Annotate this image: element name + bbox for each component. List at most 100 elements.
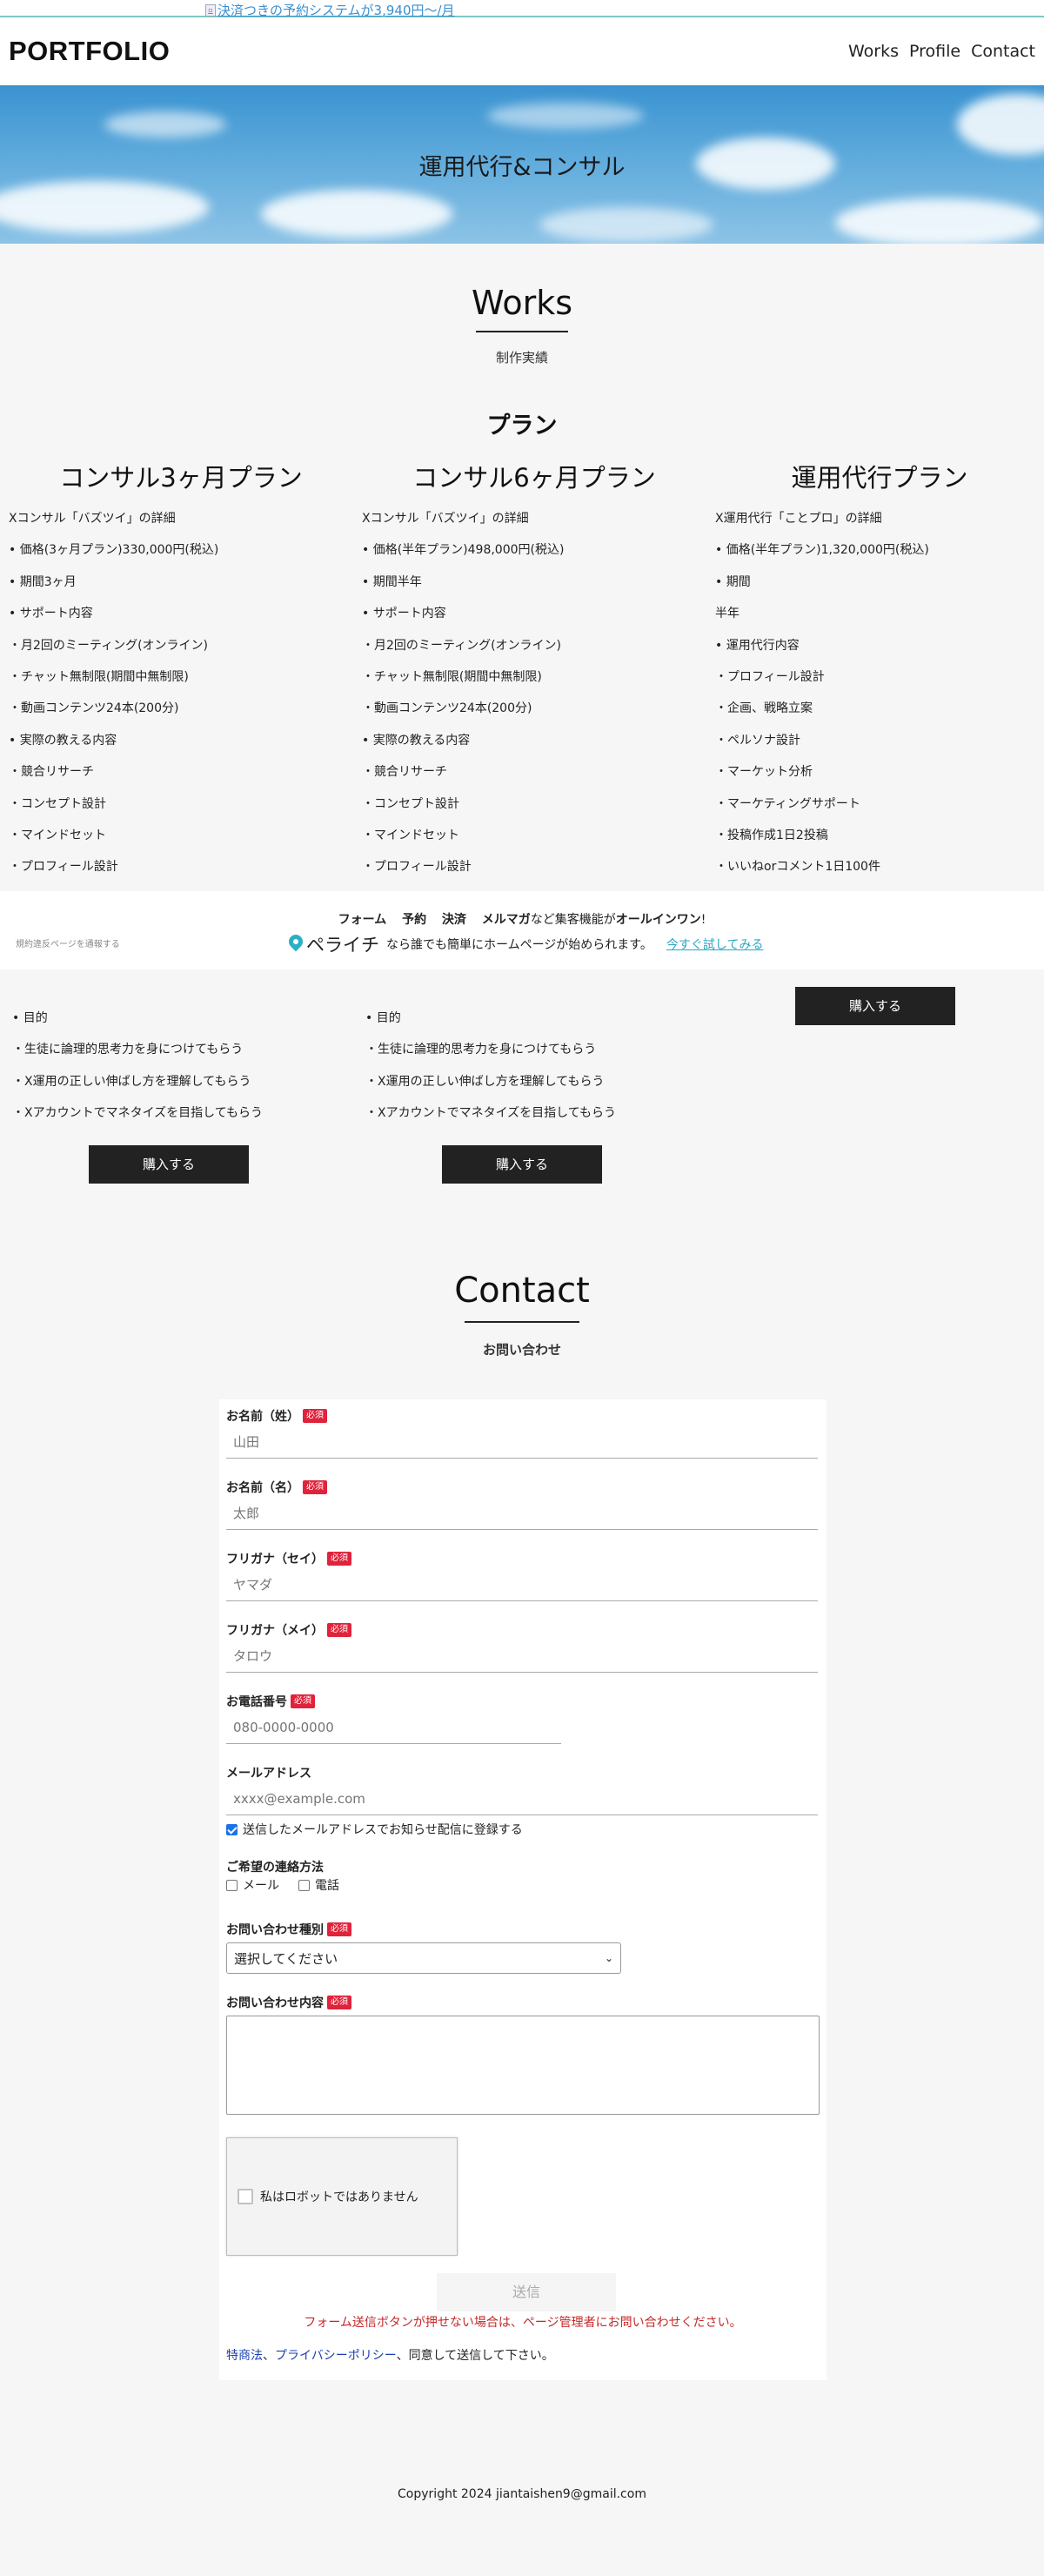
works-section: Works 制作実績 プラン コンサル3ヶ月プラン Xコンサル「バズツイ」の詳細… <box>0 244 1044 890</box>
phone-input[interactable] <box>226 1711 561 1744</box>
last-name-input[interactable] <box>226 1426 818 1459</box>
cloud-shape <box>957 94 1044 155</box>
footer-copyright: Copyright 2024 jiantaishen9@gmail.com <box>398 2487 646 2501</box>
list-item: ・コンセプト設計 <box>362 796 459 811</box>
field-label: お名前（姓） 必須 <box>226 1406 820 1426</box>
list-item: ・投稿作成1日2投稿 <box>715 828 828 842</box>
plan-goal-list: • 目的 ・生徒に論理的思考力を身につけてもらう ・X運用の正しい伸ばし方を理解… <box>365 1010 616 1137</box>
required-badge: 必須 <box>291 1694 315 1708</box>
try-now-link[interactable]: 今すぐ試してみる <box>666 936 764 953</box>
first-name-input[interactable] <box>226 1497 818 1530</box>
list-item: • 目的 <box>12 1011 48 1025</box>
email-input[interactable] <box>226 1782 818 1815</box>
main-nav: Works Profile Contact <box>848 42 1035 61</box>
plan-consult-6m: コンサル6ヶ月プラン Xコンサル「バズツイ」の詳細 • 価格(半年プラン)498… <box>353 458 706 890</box>
list-item: ・ペルソナ設計 <box>715 733 800 748</box>
cloud-shape <box>487 103 644 129</box>
first-name-field: お名前（名） 必須 <box>226 1478 820 1530</box>
required-badge: 必須 <box>327 1996 351 2009</box>
email-field: メールアドレス <box>226 1763 820 1815</box>
field-label: お問い合わせ内容 必須 <box>226 1993 820 2012</box>
inquiry-type-select[interactable]: 選択してください ⌄ <box>226 1942 621 1974</box>
list-item: ・生徒に論理的思考力を身につけてもらう <box>365 1043 597 1057</box>
recaptcha-checkbox[interactable] <box>238 2189 253 2204</box>
method-email-label: メール <box>243 1879 279 1893</box>
plan-operation: 運用代行プラン X運用代行「ことプロ」の詳細 • 価格(半年プラン)1,320,… <box>706 458 1044 890</box>
promo-link-text: 決済つきの予約システムが3,940円〜/月 <box>218 3 455 18</box>
site-header: PORTFOLIO Works Profile Contact <box>0 17 1044 85</box>
required-badge: 必須 <box>303 1409 327 1423</box>
field-label: メールアドレス <box>226 1763 820 1782</box>
kana-first-field: フリガナ（メイ） 必須 <box>226 1620 820 1673</box>
buy-button-consult-3m[interactable]: 購入する <box>89 1145 249 1184</box>
label-text: お名前（姓） <box>226 1410 299 1424</box>
field-label: お電話番号 必須 <box>226 1692 820 1711</box>
list-item: ・マーケット分析 <box>715 765 813 780</box>
peraichi-ad-bar: 規約違反ページを通報する フォーム 予約 決済 メルマガなど集客機能がオールイン… <box>0 891 1044 969</box>
list-item: ・生徒に論理的思考力を身につけてもらう <box>12 1043 244 1057</box>
nav-contact[interactable]: Contact <box>971 42 1035 61</box>
list-item: ・コンセプト設計 <box>9 796 106 811</box>
promo-link[interactable]: ▫ 決済つきの予約システムが3,940円〜/月 <box>205 1 455 19</box>
list-item: ・マインドセット <box>9 828 106 842</box>
peraichi-logo[interactable]: ペライチ <box>289 931 379 957</box>
cloud-shape <box>0 181 209 233</box>
list-item: • 価格(半年プラン)498,000円(税込) <box>362 543 565 558</box>
broken-image-icon: ▫ <box>205 3 216 17</box>
list-item: ・動画コンテンツ24本(200分) <box>362 701 532 716</box>
promo-bar: ▫ 決済つきの予約システムが3,940円〜/月 <box>0 0 1044 19</box>
list-item: Xコンサル「バズツイ」の詳細 <box>9 512 176 526</box>
tokushoho-link[interactable]: 特商法 <box>226 2349 263 2363</box>
list-item: • 期間半年 <box>362 574 422 589</box>
label-text: ご希望の連絡方法 <box>226 1861 324 1875</box>
buy-button-operation[interactable]: 購入する <box>795 987 955 1025</box>
list-item: ・マインドセット <box>362 828 459 842</box>
list-item: ・Xアカウントでマネタイズを目指してもらう <box>12 1106 264 1121</box>
label-text: お名前（名） <box>226 1481 299 1495</box>
list-item: X運用代行「ことプロ」の詳細 <box>715 512 882 526</box>
contact-method-field: ご希望の連絡方法 メール 電話 <box>226 1857 820 1894</box>
method-phone-checkbox[interactable] <box>298 1879 310 1891</box>
newsletter-label: 送信したメールアドレスでお知らせ配信に登録する <box>243 1823 523 1837</box>
contact-subtitle: お問い合わせ <box>482 1342 561 1358</box>
site-logo[interactable]: PORTFOLIO <box>9 36 170 67</box>
map-pin-icon <box>289 935 303 954</box>
plan-title: コンサル6ヶ月プラン <box>412 463 656 493</box>
cloud-shape <box>539 207 713 242</box>
list-item: ・いいねorコメント1日100件 <box>715 860 880 875</box>
inquiry-body-textarea[interactable] <box>226 2016 820 2115</box>
ad-feature-payment: 決済 <box>441 913 466 927</box>
hero-banner: 運用代行&コンサル <box>0 85 1044 244</box>
submit-button[interactable]: 送信 <box>437 2273 616 2311</box>
buy-button-consult-6m[interactable]: 購入する <box>442 1145 602 1184</box>
plan-heading: プラン <box>486 413 558 439</box>
required-badge: 必須 <box>327 1552 351 1566</box>
required-badge: 必須 <box>327 1623 351 1637</box>
inquiry-body-field: お問い合わせ内容 必須 <box>226 1993 820 2115</box>
list-item: • 期間3ヶ月 <box>9 574 77 589</box>
select-value: 選択してください <box>234 1950 338 1967</box>
method-phone-label: 電話 <box>315 1879 339 1893</box>
plan-title: コンサル3ヶ月プラン <box>59 463 303 493</box>
kana-first-input[interactable] <box>226 1640 818 1673</box>
peraichi-brand: ペライチ <box>306 935 379 956</box>
list-item: ・チャット無制限(期間中無制限) <box>9 669 189 684</box>
kana-last-field: フリガナ（セイ） 必須 <box>226 1549 820 1601</box>
newsletter-checkbox[interactable] <box>226 1823 238 1835</box>
method-email-checkbox[interactable] <box>226 1879 238 1891</box>
report-violation-link[interactable]: 規約違反ページを通報する <box>16 936 120 949</box>
title-underline <box>476 331 568 332</box>
kana-last-input[interactable] <box>226 1568 818 1601</box>
list-item: • 価格(3ヶ月プラン)330,000円(税込) <box>9 543 219 558</box>
plan-title: 運用代行プラン <box>791 463 968 493</box>
list-item: • 期間 <box>715 574 751 589</box>
nav-profile[interactable]: Profile <box>909 42 960 61</box>
ad-text: など集客機能が <box>530 913 616 927</box>
list-item: 半年 <box>715 607 740 621</box>
policy-line: 特商法、プライバシーポリシー、同意して送信して下さい。 <box>226 2346 820 2364</box>
field-label: お名前（名） 必須 <box>226 1478 820 1497</box>
list-item: ・マーケティングサポート <box>715 796 860 811</box>
nav-works[interactable]: Works <box>848 42 899 61</box>
last-name-field: お名前（姓） 必須 <box>226 1406 820 1459</box>
privacy-policy-link[interactable]: プライバシーポリシー <box>275 2349 397 2363</box>
